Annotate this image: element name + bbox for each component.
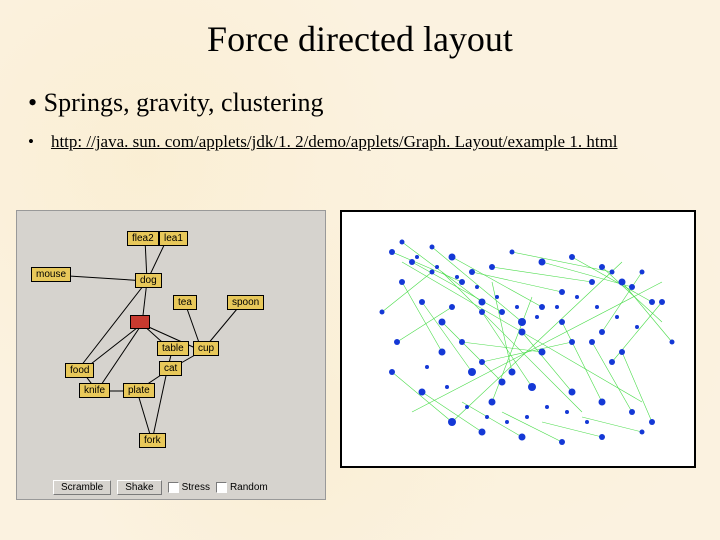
node-center[interactable]	[130, 315, 150, 329]
applet-canvas[interactable]: flea2 lea1 mouse dog tea spoon cup table…	[17, 211, 325, 475]
network-graph-figure	[340, 210, 696, 468]
bullet-main: Springs, gravity, clustering	[28, 88, 720, 118]
node-cat[interactable]: cat	[159, 361, 182, 376]
random-label: Random	[230, 482, 268, 493]
node-dog[interactable]: dog	[135, 273, 162, 288]
network-graph-svg	[342, 212, 696, 468]
stress-label: Stress	[182, 482, 210, 493]
node-knife[interactable]: knife	[79, 383, 110, 398]
random-checkbox[interactable]: Random	[216, 482, 268, 493]
node-mouse[interactable]: mouse	[31, 267, 71, 282]
shake-button[interactable]: Shake	[117, 480, 161, 495]
checkbox-icon	[216, 482, 227, 493]
node-spoon[interactable]: spoon	[227, 295, 264, 310]
example-link[interactable]: http: //java. sun. com/applets/jdk/1. 2/…	[51, 132, 618, 151]
node-table[interactable]: table	[157, 341, 189, 356]
figures-row: flea2 lea1 mouse dog tea spoon cup table…	[16, 210, 696, 500]
applet-toolbar: Scramble Shake Stress Random	[17, 475, 325, 499]
node-flea1[interactable]: lea1	[159, 231, 188, 246]
slide-title: Force directed layout	[0, 0, 720, 60]
node-food[interactable]: food	[65, 363, 94, 378]
stress-checkbox[interactable]: Stress	[168, 482, 210, 493]
node-plate[interactable]: plate	[123, 383, 155, 398]
node-tea[interactable]: tea	[173, 295, 197, 310]
graph-layout-applet: flea2 lea1 mouse dog tea spoon cup table…	[16, 210, 326, 500]
node-flea2[interactable]: flea2	[127, 231, 159, 246]
checkbox-icon	[168, 482, 179, 493]
node-cup[interactable]: cup	[193, 341, 219, 356]
bullet-link: http: //java. sun. com/applets/jdk/1. 2/…	[28, 132, 720, 152]
node-fork[interactable]: fork	[139, 433, 166, 448]
scramble-button[interactable]: Scramble	[53, 480, 111, 495]
